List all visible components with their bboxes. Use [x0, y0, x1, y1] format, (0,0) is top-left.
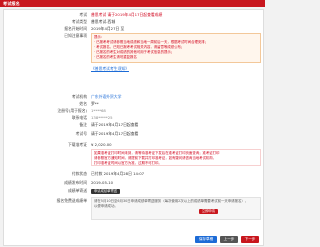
school-value: 广东外语外贸大学	[91, 94, 122, 99]
save-draft-button[interactable]: 保存草稿	[195, 236, 217, 243]
registration-card: 考试 普思考试 请于2019年4月17日起查看成绩 考试类型 普思考试-西城 报…	[3, 9, 264, 246]
fee-value: ¥ 2,020.00	[91, 142, 112, 147]
next-button[interactable]: 下一步	[241, 236, 259, 243]
exam-label: 考试	[79, 12, 87, 17]
notice-box: 提示： · 已报考考试请参照当地成绩和当地一周前后一天，根据考试时间合理安排； …	[91, 33, 261, 63]
note-value: 请于2019年4月17日起查看	[91, 122, 139, 127]
name-value: 罗**	[91, 101, 99, 106]
id-value: 1****68	[91, 108, 106, 113]
extra-label: 报名免费送成绩单	[56, 198, 87, 203]
note-label: 备注	[79, 122, 87, 127]
exam-value: 普思考试 请于2019年4月17日起查看成绩	[91, 12, 163, 17]
extra-apply-button[interactable]: 立即申请	[198, 209, 218, 214]
notice-label: 已知注意事项	[64, 33, 87, 38]
exam-no-label: 考试号	[75, 131, 87, 136]
phone-value: 138*****25	[91, 115, 113, 120]
fee-label: 下载准考证	[68, 142, 87, 147]
result-value: 2019-05-10	[91, 180, 114, 185]
exam-type-label: 考试类型	[71, 19, 87, 24]
pay-value: 已付款 2019年4月28日 14:07	[91, 171, 145, 176]
school-label: 考试机构	[71, 94, 87, 99]
pay-label: 付款状态	[71, 171, 87, 176]
name-label: 姓名	[79, 101, 87, 106]
extra-line: 请在5月10日至6月30日申请成绩单寄送服务（每次使用2次以上的成绩单需要考试前…	[94, 199, 249, 203]
page-header: 考试报名	[0, 0, 265, 7]
notice-line: · 已报名的考生请勿重复报名	[94, 55, 137, 59]
header-title: 考试报名	[3, 1, 20, 6]
fee-line: 打印准考证时间以官方为准，过期不可打印。	[94, 161, 162, 165]
result-label: 成绩发布时间	[64, 180, 87, 185]
prev-button[interactable]: 上一步	[220, 236, 238, 243]
phone-label: 联系电话	[71, 115, 87, 120]
exam-type-value: 普思考试-西城	[91, 19, 116, 24]
guide-link[interactable]: 《普思考试考生须知》	[91, 66, 259, 72]
fee-notes: 如果准考证打印时间未到，请等待准考证下发后在准考证打印页面查询；准考证打印 请参…	[91, 149, 261, 166]
exam-no-value: 请于2019年4月17日起查看	[91, 131, 139, 136]
reg-start-value: 2019年4月27日 至	[91, 26, 125, 31]
report-label: 成绩单寄送	[68, 188, 87, 193]
id-label: 注册号(用于报名)	[57, 108, 87, 113]
reg-start-label: 报名开始时间	[64, 26, 87, 31]
report-button[interactable]: 申请成绩单寄送	[91, 189, 121, 194]
extra-box: 请在5月10日至6月30日申请成绩单寄送服务（每次使用2次以上的成绩单需要考试前…	[91, 197, 261, 220]
